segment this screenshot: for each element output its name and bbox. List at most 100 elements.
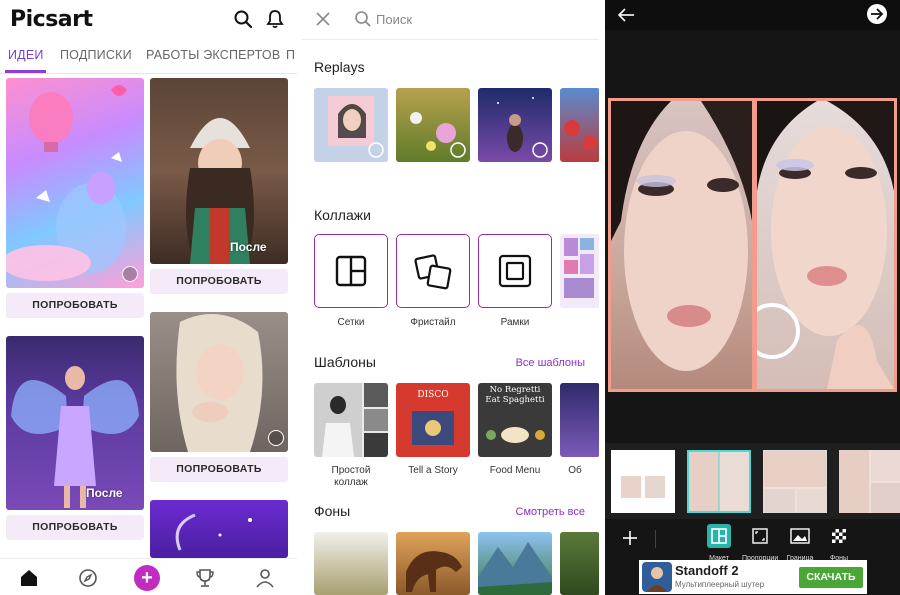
- replay-thumb[interactable]: [560, 88, 599, 162]
- after-label: После: [230, 240, 267, 254]
- next-arrow-icon[interactable]: [866, 3, 888, 25]
- try-button[interactable]: ПОПРОБОВАТЬ: [150, 457, 288, 482]
- feed-screen: Picsart ИДЕИ ПОДПИСКИ РАБОТЫ ЭКСПЕРТОВ П: [0, 0, 297, 595]
- tab-more[interactable]: П: [286, 48, 295, 62]
- add-icon[interactable]: [623, 531, 637, 545]
- tool-border[interactable]: Граница: [782, 524, 818, 562]
- feed-card-blonde-girl[interactable]: [150, 312, 288, 452]
- tab-subscriptions[interactable]: ПОДПИСКИ: [60, 48, 132, 62]
- template-thumb-simple-collage[interactable]: [314, 383, 388, 457]
- all-templates-link[interactable]: Все шаблоны: [516, 357, 585, 369]
- ad-banner[interactable]: Standoff 2 Мультиплеерный шутер СКАЧАТЬ: [639, 560, 867, 594]
- blonde-girl-image: [176, 314, 263, 452]
- layout-thumb-grid[interactable]: [839, 450, 900, 513]
- horse-image: [406, 551, 462, 592]
- replay-icon: [122, 266, 138, 282]
- editor-top-bar: [605, 0, 900, 30]
- tool-ratio[interactable]: Пропорции: [742, 524, 778, 562]
- active-tab-indicator: [5, 70, 46, 73]
- feed-card-space[interactable]: [150, 500, 288, 558]
- replay-icon: [268, 430, 284, 446]
- border-icon: [790, 528, 810, 544]
- layout-preview-image: [621, 476, 665, 498]
- tool-layout[interactable]: Макет: [701, 524, 737, 562]
- disco-text: DISCO: [417, 390, 449, 400]
- back-arrow-icon[interactable]: [617, 7, 635, 23]
- freestyle-icon: [414, 254, 452, 290]
- template-thumb-more[interactable]: [560, 383, 599, 457]
- template-thumb-tell-a-story[interactable]: DISCO: [396, 383, 470, 457]
- tab-expert-works[interactable]: РАБОТЫ ЭКСПЕРТОВ: [146, 48, 280, 62]
- feed-card-hat-girl[interactable]: После: [150, 78, 288, 264]
- collage-grid-tile[interactable]: [314, 234, 388, 308]
- collage-preview-thumb[interactable]: [560, 234, 599, 308]
- ratio-icon: [752, 528, 768, 544]
- layout-thumb-selected[interactable]: [687, 450, 751, 513]
- background-thumb-grass[interactable]: [314, 532, 388, 595]
- after-label: После: [86, 486, 123, 500]
- collage-label-freestyle: Фристайл: [410, 317, 456, 328]
- collage-frames-tile[interactable]: [478, 234, 552, 308]
- trophy-icon[interactable]: [194, 567, 216, 589]
- background-thumb-mountains[interactable]: [478, 532, 552, 595]
- replay-poppies-image: [564, 120, 597, 150]
- checkerboard-icon: [832, 529, 846, 543]
- layout-icon: [707, 524, 731, 548]
- feed-card-fantasy[interactable]: [6, 78, 144, 288]
- layout-thumb-single[interactable]: [611, 450, 675, 513]
- mountains-image: [478, 542, 552, 595]
- collage-photo-left[interactable]: [611, 101, 752, 389]
- replay-portrait-image: [328, 96, 384, 158]
- notifications-icon[interactable]: [265, 9, 285, 29]
- ad-download-button[interactable]: СКАЧАТЬ: [799, 567, 863, 588]
- toolbar-divider: [655, 530, 656, 548]
- tab-ideas[interactable]: ИДЕИ: [8, 48, 44, 62]
- template-label-simple-collage: Простой коллаж: [331, 465, 371, 488]
- collage-label-frames: Рамки: [500, 317, 530, 328]
- background-thumb-horse[interactable]: [396, 532, 470, 595]
- collages-title: Коллажи: [314, 207, 371, 223]
- template-label-more: Об: [568, 465, 582, 476]
- portrait-left-image: [611, 101, 752, 371]
- ad-title: Standoff 2: [675, 563, 739, 578]
- home-icon[interactable]: [18, 567, 40, 589]
- try-button[interactable]: ПОПРОБОВАТЬ: [6, 293, 144, 318]
- see-all-link[interactable]: Смотреть все: [516, 506, 585, 518]
- ad-subtitle: Мультиплеерный шутер: [675, 580, 765, 589]
- layout-preview-image: [839, 450, 900, 513]
- try-button[interactable]: ПОПРОБОВАТЬ: [6, 515, 144, 540]
- create-icon[interactable]: +: [134, 565, 160, 591]
- collage-canvas[interactable]: [608, 98, 897, 392]
- layout-strip: [605, 443, 900, 519]
- collage-photo-right[interactable]: [757, 101, 894, 389]
- game-app-icon: [642, 562, 672, 592]
- search-icon[interactable]: [233, 9, 253, 29]
- app-logo: Picsart: [10, 7, 93, 32]
- layout-preview-image: [689, 452, 749, 511]
- profile-icon[interactable]: [254, 567, 276, 589]
- background-thumb-forest[interactable]: [560, 532, 599, 595]
- explore-icon[interactable]: [77, 567, 99, 589]
- search-bar: Поиск: [302, 0, 599, 40]
- replays-title: Replays: [314, 59, 365, 75]
- replay-thumb[interactable]: [314, 88, 388, 162]
- replay-thumb[interactable]: [396, 88, 470, 162]
- template-label-food-menu: Food Menu: [489, 465, 541, 476]
- layout-thumb-split[interactable]: [763, 450, 827, 513]
- feed-card-butterfly[interactable]: После: [6, 336, 144, 510]
- template-thumb-food-menu[interactable]: No Regretti Eat Spaghetti: [478, 383, 552, 457]
- tool-backgrounds[interactable]: Фоны: [821, 524, 857, 562]
- backgrounds-title: Фоны: [314, 503, 351, 519]
- try-button[interactable]: ПОПРОБОВАТЬ: [150, 269, 288, 294]
- replay-thumb[interactable]: [478, 88, 552, 162]
- replay-flowers-image: [410, 112, 466, 158]
- hat-girl-image: [186, 118, 254, 264]
- space-image: [175, 513, 252, 551]
- close-icon[interactable]: [316, 12, 330, 26]
- frames-icon: [498, 254, 532, 288]
- collage-freestyle-tile[interactable]: [396, 234, 470, 308]
- search-input[interactable]: Поиск: [376, 12, 412, 27]
- simple-collage-image: [314, 383, 388, 457]
- fantasy-image: [6, 85, 127, 281]
- templates-title: Шаблоны: [314, 354, 376, 370]
